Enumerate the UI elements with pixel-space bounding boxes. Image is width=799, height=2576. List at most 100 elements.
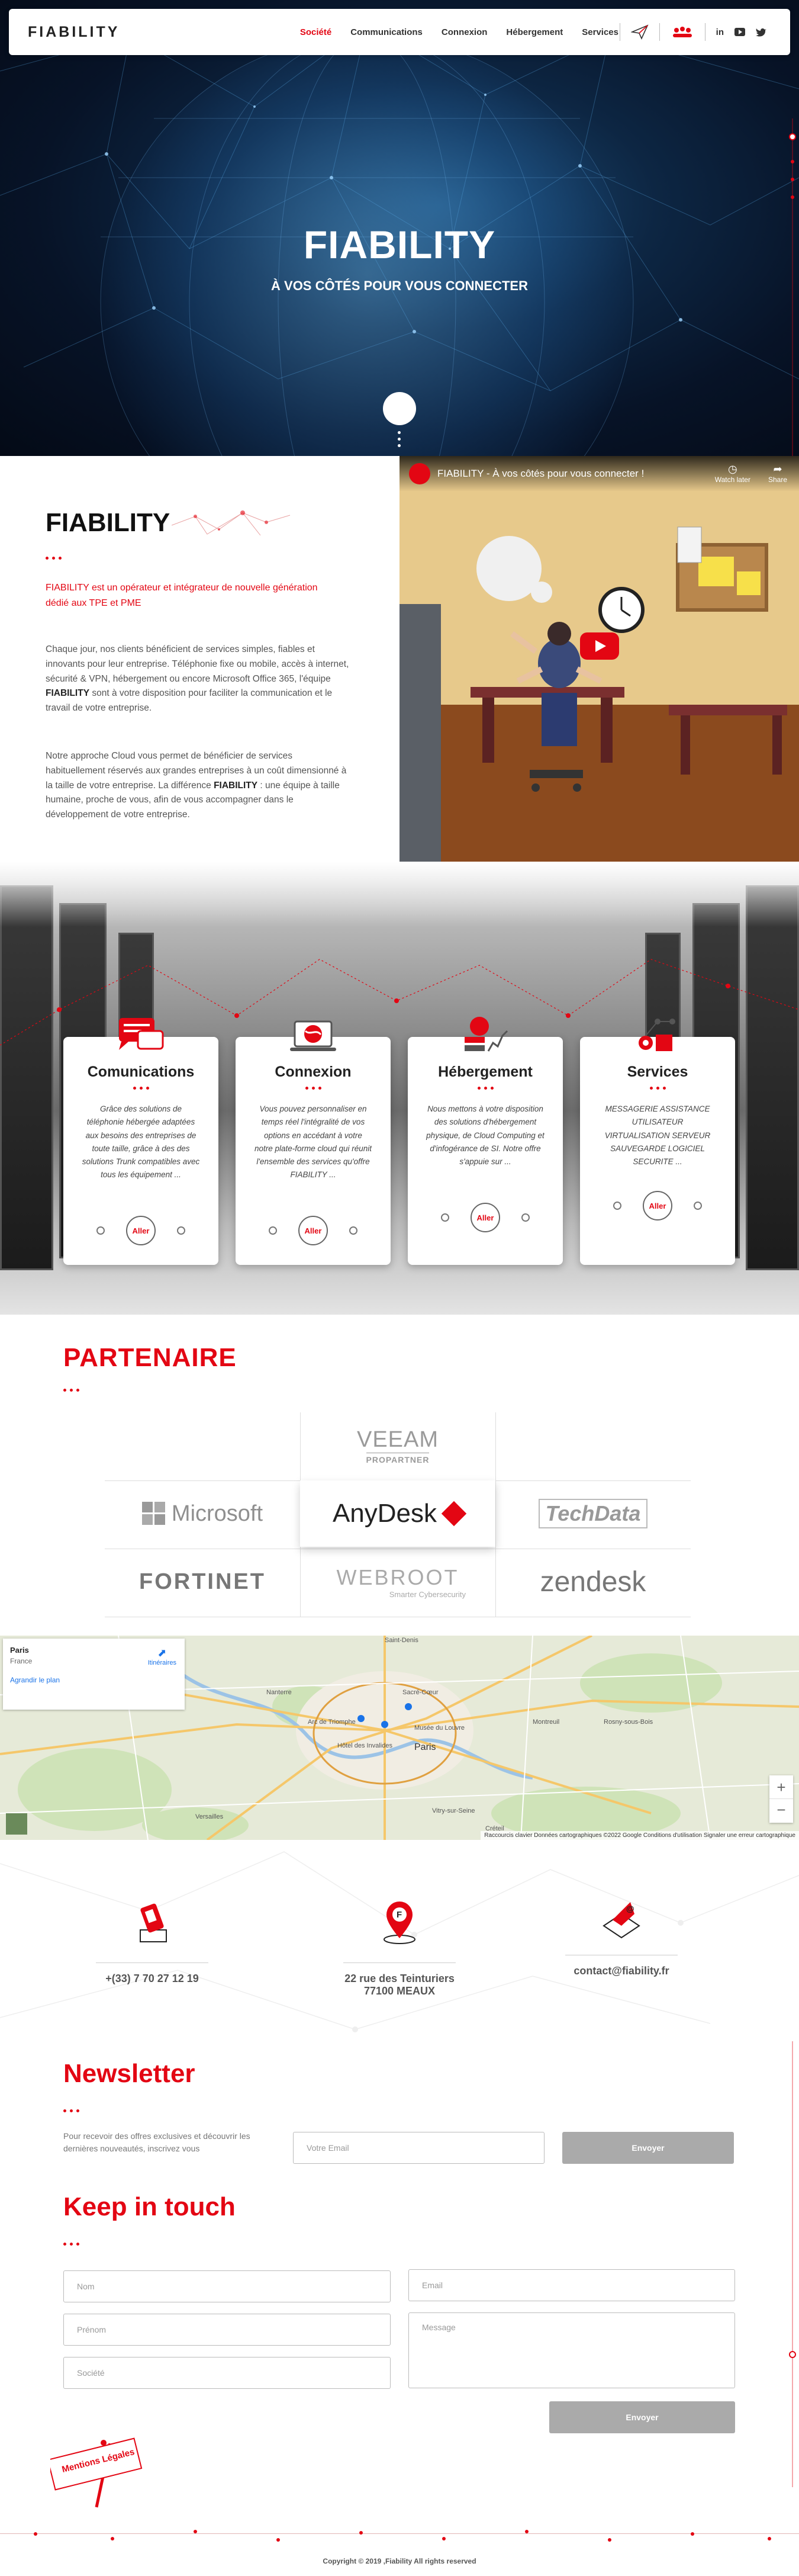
google-map[interactable]: Saint-Denis Nanterre Sacré-Cœur Arc de T…	[0, 1636, 799, 1840]
partners-section: PARTENAIRE VEEAM PROPARTNER Microsoft An…	[0, 1315, 799, 1640]
email-input[interactable]: Email	[408, 2269, 735, 2301]
scroll-down-button[interactable]	[383, 392, 416, 425]
title-dots	[63, 2109, 79, 2112]
menu-item-communications[interactable]: Communications	[350, 27, 423, 37]
directions-icon: ⬈	[157, 1647, 167, 1659]
zoom-in-button[interactable]: +	[769, 1775, 793, 1799]
contact-address: F 22 rue des Teinturiers 77100 MEAUX	[311, 1899, 488, 1997]
watch-later-button[interactable]: ◷ Watch later	[715, 463, 750, 484]
prenom-input[interactable]: Prénom	[63, 2314, 391, 2346]
card-title: Comunications	[87, 1064, 195, 1080]
microsoft-logo-icon	[141, 1502, 165, 1525]
contact-submit-button[interactable]: Envoyer	[549, 2401, 735, 2433]
location-pin-icon: F	[384, 1902, 415, 1944]
svg-text:F: F	[397, 1910, 402, 1920]
partner-techdata[interactable]: TechData	[495, 1480, 691, 1547]
aller-button[interactable]: Aller	[471, 1203, 500, 1232]
card-go: Aller	[269, 1216, 357, 1245]
scroll-dots	[398, 431, 401, 447]
anydesk-logo-icon	[441, 1501, 467, 1527]
laptop-globe-icon	[290, 1020, 336, 1051]
partner-webroot[interactable]: WEBROOT Smarter Cybersecurity	[300, 1549, 495, 1615]
aller-button[interactable]: Aller	[643, 1191, 672, 1220]
menu-item-services[interactable]: Services	[582, 27, 618, 37]
nom-input[interactable]: Nom	[63, 2270, 391, 2302]
partner-microsoft[interactable]: Microsoft	[105, 1480, 300, 1547]
directions-button[interactable]: ⬈ Itinéraires	[148, 1647, 176, 1666]
phone-chat-icon	[119, 1018, 164, 1050]
services-network-icon	[639, 1019, 675, 1051]
partner-veeam[interactable]: VEEAM PROPARTNER	[300, 1412, 495, 1479]
svg-text:@: @	[626, 1904, 634, 1913]
aller-button[interactable]: Aller	[298, 1216, 328, 1245]
partner-fortinet[interactable]: FORTINET	[105, 1549, 300, 1615]
map-info-box: Paris France Agrandir le plan ⬈ Itinérair…	[3, 1639, 185, 1710]
newsletter-section: Newsletter Pour recevoir des offres excl…	[0, 2041, 799, 2177]
map-footer[interactable]: Raccourcis clavier Données cartographiqu…	[481, 1831, 799, 1840]
card-go: Aller	[613, 1191, 702, 1220]
message-textarea[interactable]: Message	[408, 2312, 735, 2388]
team-icon[interactable]	[671, 25, 694, 38]
card-dots	[580, 1087, 735, 1090]
contact-email: @ contact@fiability.fr	[533, 1896, 710, 1977]
service-card-communications: Comunications Grâce des solutions de tél…	[63, 1018, 218, 1265]
hero-subtitle: À VOS CÔTÉS POUR VOUS CONNECTER	[271, 278, 528, 293]
phone-number[interactable]: +(33) 7 70 27 12 19	[63, 1973, 241, 1985]
enlarge-map-link[interactable]: Agrandir le plan	[10, 1676, 178, 1684]
keep-in-touch-title: Keep in touch	[63, 2192, 236, 2221]
site-logo[interactable]: FIABILITY	[28, 24, 120, 41]
card-text: Vous pouvez personnaliser en temps réel …	[254, 1104, 372, 1180]
newsletter-text: Pour recevoir des offres exclusives et d…	[63, 2131, 250, 2153]
about-lead: FIABILITY est un opérateur et intégrateu…	[46, 583, 318, 608]
network-decoration	[172, 510, 291, 536]
newsletter-email-input[interactable]: Votre Email	[293, 2132, 545, 2164]
send-plane-icon[interactable]	[630, 24, 649, 40]
top-navbar: FIABILITY Société Communications Connexi…	[9, 9, 790, 55]
mentions-legales-sign[interactable]: Mentions Légales	[50, 2431, 145, 2508]
share-button[interactable]: ➦ Share	[768, 463, 787, 484]
side-node[interactable]	[789, 133, 796, 140]
card-text: Grâce des solutions de téléphonie héberg…	[82, 1104, 200, 1180]
newsletter-title: Newsletter	[63, 2059, 195, 2088]
card-go: Aller	[441, 1203, 530, 1232]
email-address[interactable]: contact@fiability.fr	[533, 1965, 710, 1977]
divider	[659, 23, 660, 41]
linkedin-icon[interactable]: in	[716, 27, 724, 37]
menu-item-hebergement[interactable]: Hébergement	[506, 27, 563, 37]
partner-anydesk[interactable]: AnyDesk	[300, 1480, 495, 1547]
partners-title: PARTENAIRE	[63, 1343, 237, 1372]
hero-title: FIABILITY	[303, 223, 496, 266]
aller-button[interactable]: Aller	[126, 1216, 156, 1245]
contact-phone: +(33) 7 70 27 12 19	[63, 1899, 241, 1985]
service-card-services: Services MESSAGERIE ASSISTANCE UTILISATE…	[580, 1019, 735, 1265]
twitter-icon[interactable]	[756, 28, 766, 37]
youtube-icon[interactable]	[734, 28, 745, 36]
about-title: FIABILITY	[46, 508, 170, 537]
logo-text: FIABILITY	[28, 23, 120, 40]
server-cloud-icon	[465, 1017, 508, 1052]
about-paragraph-1: Chaque jour, nos clients bénéficient de …	[46, 644, 349, 714]
about-paragraph-2: Notre approche Cloud vous permet de béné…	[46, 751, 347, 820]
menu-item-societe[interactable]: Société	[300, 27, 331, 37]
societe-input[interactable]: Société	[63, 2357, 391, 2389]
play-button[interactable]	[580, 632, 619, 660]
card-go: Aller	[96, 1216, 185, 1245]
partners-grid: VEEAM PROPARTNER Microsoft AnyDesk TechD…	[105, 1412, 691, 1617]
bottom-dots-decoration	[34, 2530, 771, 2542]
copyright-footer: Copyright © 2019 ,Fiability All rights r…	[323, 2557, 476, 2565]
video-embed[interactable]: FIABILITY - À vos côtés pour vous connec…	[400, 456, 799, 862]
address-line-2: 77100 MEAUX	[363, 1985, 436, 1997]
partner-zendesk[interactable]: zendesk	[495, 1549, 691, 1615]
menu-item-connexion[interactable]: Connexion	[442, 27, 488, 37]
title-dots	[46, 557, 62, 560]
channel-avatar[interactable]	[409, 463, 430, 484]
title-dots	[63, 2243, 79, 2246]
address-line-1: 22 rue des Teinturiers	[344, 1973, 455, 1984]
hero-section: FIABILITY À VOS CÔTÉS POUR VOUS CONNECTE…	[0, 0, 799, 456]
service-card-hebergement: Hébergement Nous mettons à votre disposi…	[408, 1017, 563, 1265]
phone-icon	[140, 1903, 167, 1942]
newsletter-submit-button[interactable]: Envoyer	[562, 2132, 734, 2164]
video-title[interactable]: FIABILITY - À vos côtés pour vous connec…	[437, 468, 644, 480]
card-title: Hébergement	[438, 1064, 533, 1080]
zoom-out-button[interactable]: −	[769, 1799, 793, 1823]
